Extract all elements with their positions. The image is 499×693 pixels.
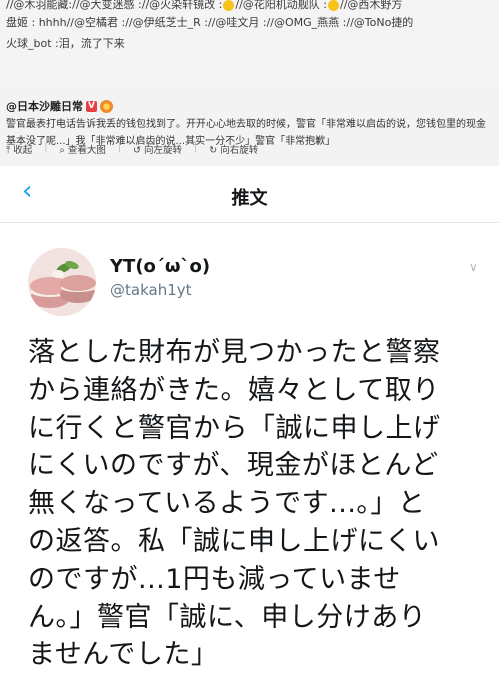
user-avatar[interactable] bbox=[28, 248, 96, 316]
post-author-link[interactable]: @日本沙雕日常 bbox=[6, 98, 83, 114]
tweet-text-line: から連絡がきた。嬉々として取り bbox=[28, 374, 440, 406]
tweet-text-line: にくいのですが、現金がほとんど bbox=[28, 450, 439, 482]
collapse-button[interactable]: ⤒ 收起 bbox=[6, 142, 32, 156]
repost-chain-text-3[interactable]: //@西木野方 bbox=[340, 0, 402, 11]
rotate-right-icon: ↻ bbox=[209, 145, 218, 156]
tweet-screenshot: ‹ 推文 YT(o´ω`o) @takah1yt ∨ 落とした財布が見つかったと… bbox=[0, 166, 499, 693]
smiley-emoji-icon bbox=[327, 0, 339, 11]
tweet-nav-bar: ‹ 推文 bbox=[0, 166, 499, 222]
tweet-text-line: 落とした財布が見つかったと警察 bbox=[28, 337, 441, 368]
user-display-name[interactable]: YT(o´ω`o) bbox=[110, 256, 210, 277]
rotate-right-label: 向右旋转 bbox=[220, 145, 259, 156]
rotate-left-label: 向左旋转 bbox=[144, 145, 183, 156]
magnifier-icon: ⌕ bbox=[59, 145, 65, 156]
repost-chain-line-1: //@木羽能藏://@大变迷感 ://@火染轩镜改 : //@花阳机动舰队 : //… bbox=[6, 0, 402, 12]
verified-badge-icon: V bbox=[86, 100, 97, 112]
tweet-text-line: 無くなっているようです...。」と bbox=[28, 488, 426, 520]
rotate-left-icon: ↺ bbox=[133, 145, 141, 156]
tweet-text-line: ませんでした」 bbox=[28, 639, 219, 671]
rotate-right-button[interactable]: ↻ 向右旋转 bbox=[209, 142, 258, 156]
view-large-image-label: 查看大图 bbox=[67, 145, 106, 156]
chevron-down-icon[interactable]: ∨ bbox=[469, 260, 478, 274]
tweet-text: 落とした財布が見つかったと警察 から連絡がきた。嬉々として取り に行くと警官から… bbox=[28, 334, 478, 674]
page-title: 推文 bbox=[231, 188, 268, 209]
tweet-text-line: ん。」警官「誠に、申し分けあり bbox=[28, 601, 427, 633]
smiley-emoji-icon bbox=[223, 0, 235, 11]
flower-emoji-icon bbox=[100, 99, 113, 113]
repost-chain-line-3[interactable]: 火球_bot :泪，流了下来 bbox=[6, 35, 125, 51]
view-large-image-button[interactable]: ⌕ 查看大图 bbox=[59, 142, 105, 156]
image-actions-bar: ⤒ 收起 | ⌕ 查看大图 | ↺ 向左旋转 | ↻ 向右旋转 bbox=[6, 142, 258, 156]
collapse-label: 收起 bbox=[13, 145, 33, 156]
repost-chain-text-1[interactable]: //@木羽能藏://@大变迷感 ://@火染轩镜改 : bbox=[6, 0, 222, 11]
post-author-row: @日本沙雕日常 V bbox=[6, 98, 113, 114]
weibo-repost-chain: //@木羽能藏://@大变迷感 ://@火染轩镜改 : //@花阳机动舰队 : //… bbox=[0, 0, 499, 88]
repost-chain-text-2[interactable]: //@花阳机动舰队 : bbox=[235, 0, 327, 11]
repost-chain-line-2[interactable]: 盘姬 : hhhh//@空橘君 ://@伊纸芝士_R ://@哇文月 ://@O… bbox=[6, 14, 413, 30]
rotate-left-button[interactable]: ↺ 向左旋转 bbox=[133, 142, 182, 156]
tweet-text-line: のですが...1円も減っていませ bbox=[28, 563, 401, 595]
macaron-avatar-image bbox=[28, 248, 96, 316]
weibo-post: @日本沙雕日常 V 警官最表打电话告诉我丢的钱包找到了。开开心心地去取的时候，警… bbox=[0, 88, 499, 168]
collapse-icon: ⤒ bbox=[6, 145, 11, 156]
user-handle[interactable]: @takah1yt bbox=[110, 281, 192, 299]
tweet-text-line: の返答。私「誠に申し上げにくい bbox=[28, 525, 440, 557]
divider: | bbox=[44, 142, 48, 153]
tweet-text-line: に行くと警官から「誠に申し上げ bbox=[28, 412, 441, 444]
divider: | bbox=[117, 142, 122, 153]
nav-divider bbox=[0, 222, 499, 223]
divider: | bbox=[194, 142, 198, 153]
